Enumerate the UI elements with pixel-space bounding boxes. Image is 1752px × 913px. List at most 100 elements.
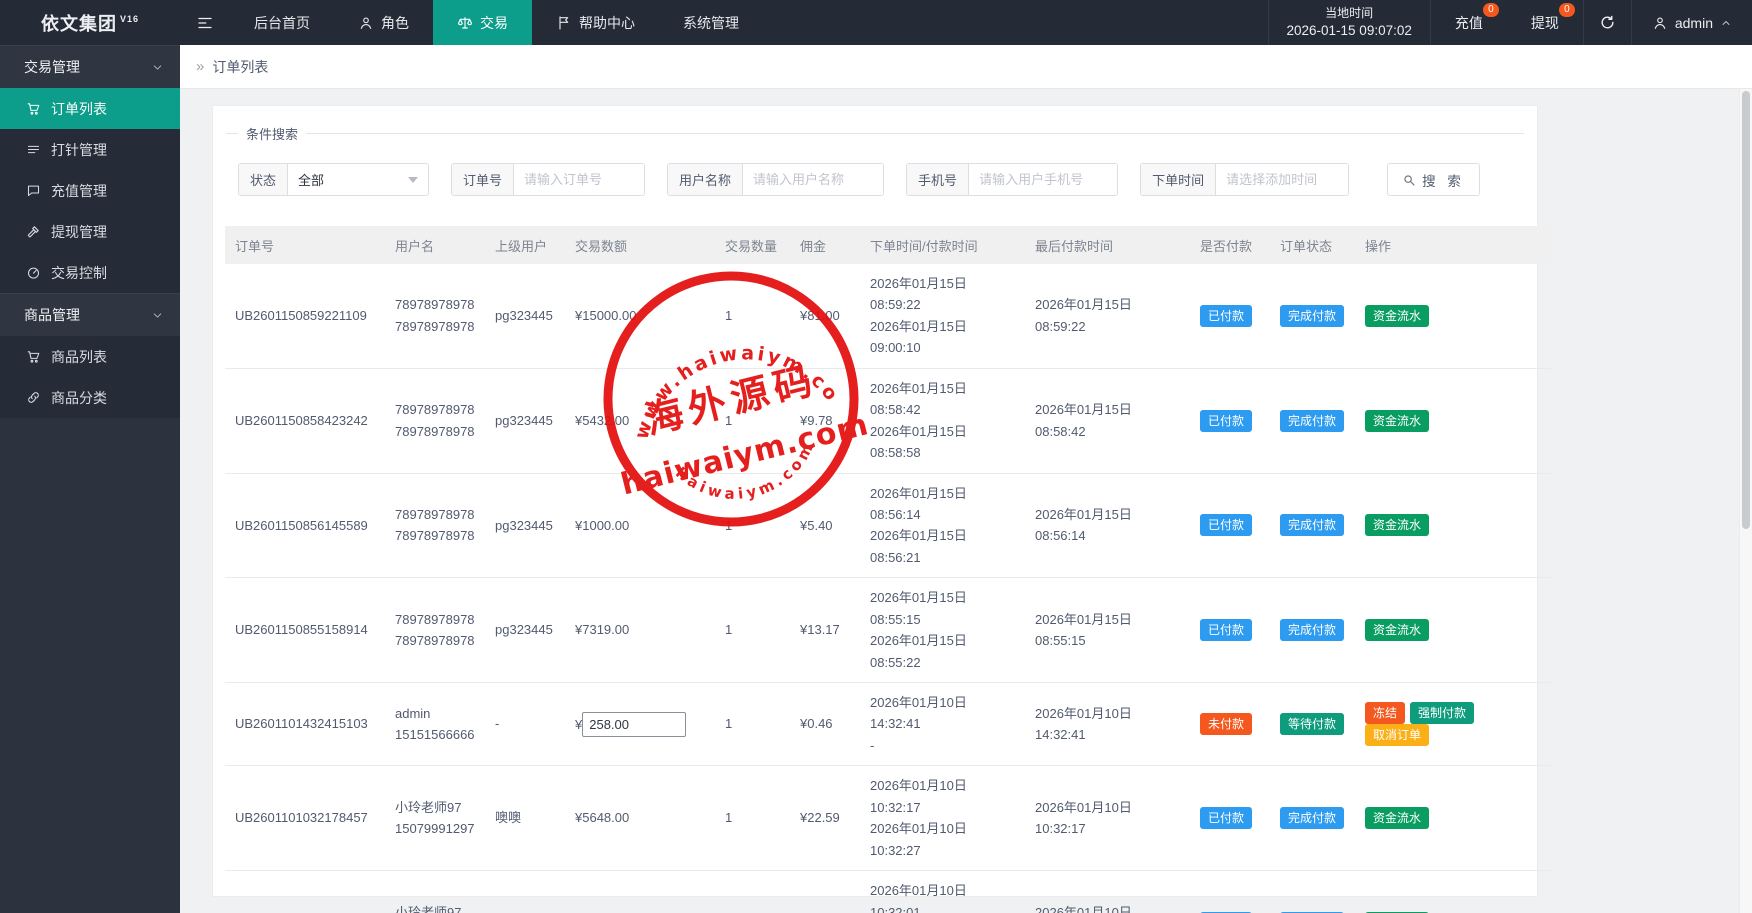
action-button[interactable]: 资金流水 [1365, 514, 1429, 536]
order-time: 2026年01月10日 10:32:17 [870, 775, 1015, 818]
order-list-card: 条件搜索 状态 全部 订单号 [212, 105, 1538, 897]
chevron-down-icon [151, 309, 164, 322]
user-phone: 78978978978 [395, 316, 475, 337]
trade-qty: 1 [715, 871, 790, 913]
chevron-up-icon [1720, 17, 1732, 29]
action-button[interactable]: 资金流水 [1365, 807, 1429, 829]
user-name: 78978978978 [395, 609, 475, 630]
nav-item-user[interactable]: 角色 [334, 0, 433, 45]
paid-badge: 已付款 [1200, 514, 1252, 536]
column-header: 订单号 [225, 226, 385, 264]
order-time-filter: 下单时间 [1140, 163, 1349, 196]
user-menu[interactable]: admin [1631, 0, 1752, 45]
last-pay-time: 2026年01月10日 10:32:01 [1025, 871, 1190, 913]
order-no: UB2601150858423242 [225, 368, 385, 473]
pay-time: 2026年01月15日 08:56:21 [870, 525, 1015, 568]
table-header-row: 订单号用户名上级用户交易数额交易数量佣金下单时间/付款时间最后付款时间是否付款订… [225, 226, 1551, 264]
search-button[interactable]: 搜 索 [1387, 163, 1480, 196]
commission: ¥13.17 [790, 578, 860, 683]
table-row: UB2601150858423242 78978978978 789789789… [225, 368, 1551, 473]
order-time: 2026年01月10日 10:32:01 [870, 880, 1015, 913]
phone-input[interactable] [969, 164, 1117, 195]
trade-amount: ¥7319.00 [565, 578, 715, 683]
last-pay-time: 2026年01月10日 10:32:17 [1025, 766, 1190, 871]
amount-input[interactable] [582, 712, 686, 737]
breadcrumb: » 订单列表 [180, 45, 1752, 89]
parent-user: 噢噢 [485, 766, 565, 871]
paid-badge: 已付款 [1200, 410, 1252, 432]
user-name: admin [395, 703, 475, 724]
message-icon [26, 183, 41, 198]
commission: ¥5.40 [790, 473, 860, 578]
order-time: 2026年01月15日 08:56:14 [870, 483, 1015, 526]
nav-item-flag[interactable]: 帮助中心 [532, 0, 659, 45]
recharge-button[interactable]: 充值 0 [1431, 0, 1507, 45]
nav-item-scales[interactable]: 交易 [433, 0, 532, 45]
table-row: UB2601150856145589 78978978978 789789789… [225, 473, 1551, 578]
sidebar-group[interactable]: 交易管理 [0, 45, 180, 88]
action-button[interactable]: 资金流水 [1365, 410, 1429, 432]
user-name-input[interactable] [743, 164, 883, 195]
action-button[interactable]: 取消订单 [1365, 724, 1429, 746]
column-header: 下单时间/付款时间 [860, 226, 1025, 264]
action-button[interactable]: 冻结 [1365, 702, 1405, 724]
column-header: 订单状态 [1270, 226, 1355, 264]
username: admin [1675, 15, 1713, 31]
order-no: UB2601101432415103 [225, 683, 385, 766]
scrollbar-thumb[interactable] [1742, 91, 1750, 529]
parent-user: pg323445 [485, 368, 565, 473]
parent-user: pg323445 [485, 473, 565, 578]
sidebar-item[interactable]: 提现管理 [0, 211, 180, 252]
order-status-badge: 等待付款 [1280, 713, 1344, 735]
order-no-input[interactable] [514, 164, 644, 195]
withdraw-button[interactable]: 提现 0 [1507, 0, 1583, 45]
table-row: UB2601101032011279 小玲老师97 15079991297 噢噢… [225, 871, 1551, 913]
page-title: 订单列表 [212, 57, 268, 77]
sidebar-item[interactable]: 商品分类 [0, 377, 180, 418]
nav-item-plain[interactable]: 后台首页 [230, 0, 334, 45]
menu-toggle-icon[interactable] [180, 0, 230, 45]
pay-time: 2026年01月15日 08:58:58 [870, 421, 1015, 464]
column-header: 交易数量 [715, 226, 790, 264]
trade-qty: 1 [715, 766, 790, 871]
order-status-badge: 完成付款 [1280, 619, 1344, 641]
status-select[interactable]: 全部 [288, 164, 428, 195]
action-button[interactable]: 资金流水 [1365, 619, 1429, 641]
order-time-input[interactable] [1216, 164, 1348, 195]
commission: ¥22.73 [790, 871, 860, 913]
last-pay-time: 2026年01月15日 08:58:42 [1025, 368, 1190, 473]
trade-amount: ¥5648.00 [565, 766, 715, 871]
action-button[interactable]: 强制付款 [1410, 702, 1474, 724]
user-phone: 78978978978 [395, 421, 475, 442]
pay-time: 2026年01月15日 09:00:10 [870, 316, 1015, 359]
commission: ¥9.78 [790, 368, 860, 473]
user-phone: 15079991297 [395, 818, 475, 839]
flag-icon [556, 15, 572, 31]
user-phone: 78978978978 [395, 525, 475, 546]
sidebar-group[interactable]: 商品管理 [0, 293, 180, 336]
sidebar-item[interactable]: 充值管理 [0, 170, 180, 211]
orders-table: 订单号用户名上级用户交易数额交易数量佣金下单时间/付款时间最后付款时间是否付款订… [225, 226, 1551, 913]
user-name: 小玲老师97 [395, 797, 475, 818]
order-status-badge: 完成付款 [1280, 305, 1344, 327]
trade-qty: 1 [715, 264, 790, 368]
sidebar-item[interactable]: 商品列表 [0, 336, 180, 377]
nav-item-plain[interactable]: 系统管理 [659, 0, 763, 45]
trade-qty: 1 [715, 473, 790, 578]
search-icon [1402, 173, 1416, 187]
sidebar-item[interactable]: 订单列表 [0, 88, 180, 129]
order-status-badge: 完成付款 [1280, 410, 1344, 432]
scrollbar[interactable] [1739, 89, 1752, 913]
sidebar-item[interactable]: 打针管理 [0, 129, 180, 170]
action-button[interactable]: 资金流水 [1365, 305, 1429, 327]
user-phone: 78978978978 [395, 630, 475, 651]
sidebar-item[interactable]: 交易控制 [0, 252, 180, 293]
trade-amount: ¥5682.00 [565, 871, 715, 913]
refresh-button[interactable] [1583, 0, 1631, 45]
cart-icon [26, 101, 41, 116]
column-header: 是否付款 [1190, 226, 1270, 264]
scales-icon [457, 15, 473, 31]
table-row: UB2601101432415103 admin 15151566666 - ¥… [225, 683, 1551, 766]
trade-amount: ¥15000.00 [565, 264, 715, 368]
cart-icon [26, 349, 41, 364]
